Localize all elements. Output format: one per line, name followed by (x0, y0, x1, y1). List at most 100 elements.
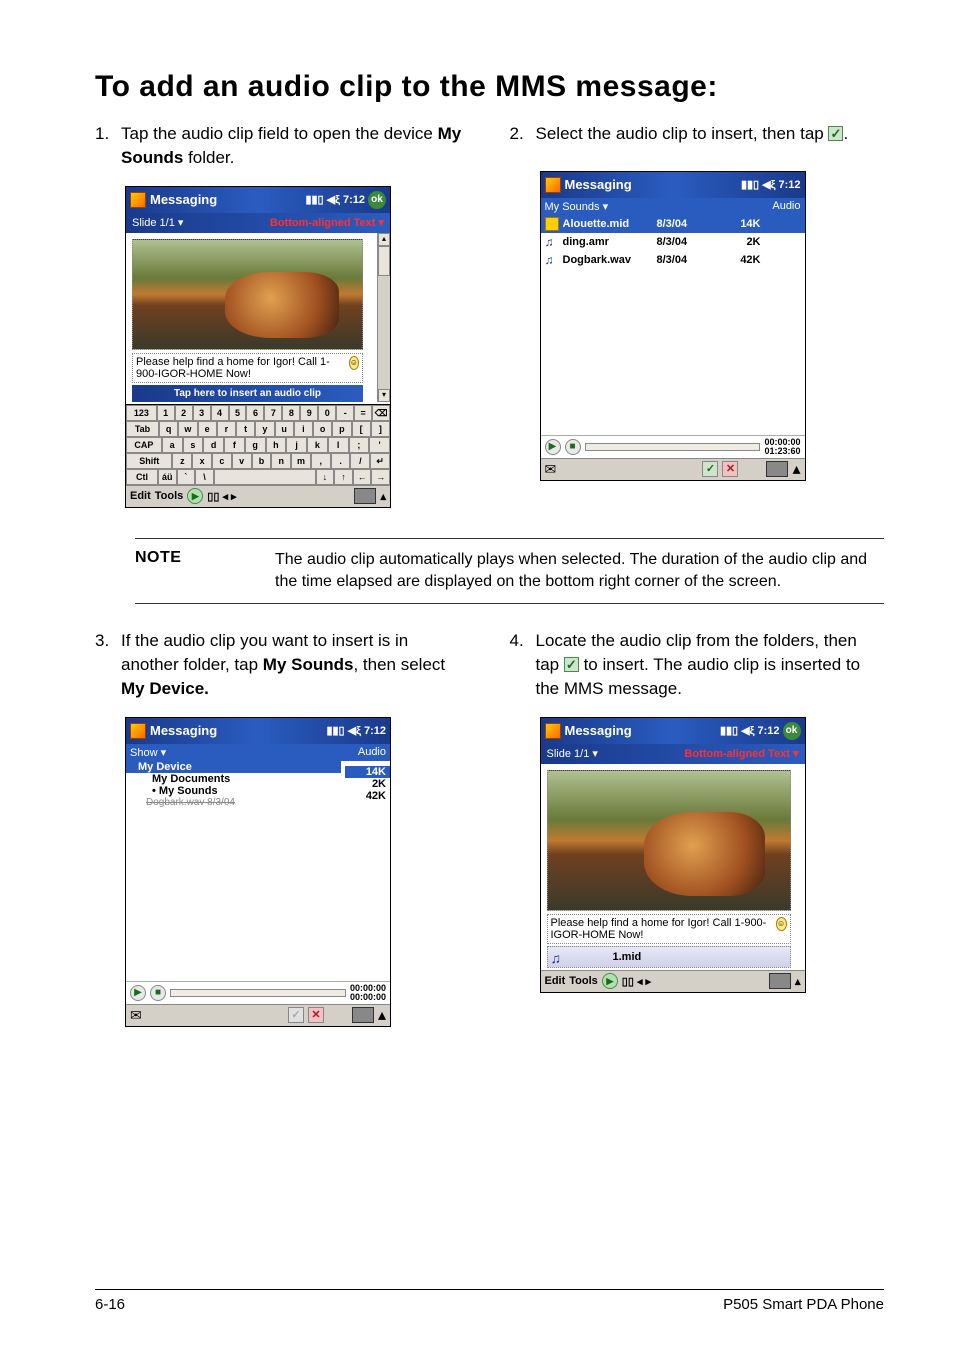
progress-bar[interactable] (585, 443, 761, 451)
scrollbar[interactable]: ▴ ▾ (377, 233, 390, 402)
key[interactable]: Tab (126, 421, 159, 437)
key[interactable]: x (192, 453, 212, 469)
key[interactable]: ↑ (334, 469, 353, 485)
key[interactable]: i (294, 421, 313, 437)
ok-button[interactable]: ok (783, 722, 801, 740)
progress-bar[interactable] (170, 989, 346, 997)
emoticon-button[interactable]: ☺ (776, 917, 787, 931)
file-row[interactable]: Dogbark.wav 8/3/04 42K (541, 251, 805, 269)
cancel-button[interactable]: ✕ (308, 1007, 324, 1023)
show-dropdown[interactable]: Show ▾ (130, 746, 166, 759)
message-text-field[interactable]: Please help find a home for Igor! Call 1… (547, 914, 791, 944)
key[interactable]: w (178, 421, 197, 437)
text-align-menu[interactable]: Bottom-aligned Text ▾ (270, 216, 384, 229)
key[interactable]: n (271, 453, 291, 469)
inserted-image[interactable] (132, 239, 363, 350)
insert-audio-field[interactable]: Tap here to insert an audio clip (132, 385, 363, 402)
ok-button[interactable]: ok (368, 191, 386, 209)
key[interactable]: ↓ (316, 469, 335, 485)
key[interactable]: h (266, 437, 287, 453)
inserted-audio-field[interactable]: 1.mid (547, 946, 791, 968)
scroll-up-icon[interactable]: ▴ (378, 233, 390, 246)
confirm-button[interactable]: ✓ (702, 461, 718, 477)
key[interactable]: ' (369, 437, 390, 453)
key[interactable]: v (232, 453, 252, 469)
edit-menu[interactable]: Edit (130, 490, 151, 502)
play-button[interactable]: ▶ (130, 985, 146, 1001)
soft-keyboard[interactable]: 1231234567890-=⌫ Tabqwertyuiop[] CAPasdf… (126, 404, 390, 485)
tree-my-documents[interactable]: My Documents (126, 773, 341, 785)
msg-icon[interactable]: ✉ (545, 461, 557, 478)
key[interactable]: ; (349, 437, 370, 453)
key[interactable]: 6 (246, 405, 264, 421)
key[interactable]: y (255, 421, 274, 437)
up-arrow-icon[interactable]: ▴ (378, 1005, 386, 1025)
edit-menu[interactable]: Edit (545, 975, 566, 987)
key[interactable]: CAP (126, 437, 162, 453)
tools-menu[interactable]: Tools (155, 490, 184, 502)
key[interactable]: 0 (318, 405, 336, 421)
key[interactable]: 8 (282, 405, 300, 421)
key[interactable]: Shift (126, 453, 172, 469)
key[interactable]: g (245, 437, 266, 453)
file-row[interactable]: ding.amr 8/3/04 2K (541, 233, 805, 251)
key[interactable]: s (183, 437, 204, 453)
slide-indicator[interactable]: Slide 1/1 ▾ (547, 747, 598, 760)
key[interactable]: 123 (126, 405, 157, 421)
key[interactable]: / (350, 453, 370, 469)
keyboard-toggle-icon[interactable] (354, 488, 376, 504)
scroll-thumb[interactable] (378, 246, 390, 276)
play-icon[interactable]: ▶ (602, 973, 618, 989)
key[interactable]: e (198, 421, 217, 437)
key[interactable]: ` (177, 469, 196, 485)
up-arrow-icon[interactable]: ▴ (380, 490, 386, 503)
play-icon[interactable]: ▶ (187, 488, 203, 504)
key[interactable]: o (313, 421, 332, 437)
key[interactable]: ] (371, 421, 390, 437)
stop-button[interactable]: ■ (565, 439, 581, 455)
key[interactable]: a (162, 437, 183, 453)
key[interactable]: = (354, 405, 372, 421)
key[interactable]: z (172, 453, 192, 469)
emoticon-button[interactable]: ☺ (349, 356, 359, 370)
up-arrow-icon[interactable]: ▴ (795, 975, 801, 988)
key[interactable]: 7 (264, 405, 282, 421)
key[interactable]: 3 (193, 405, 211, 421)
key[interactable]: b (252, 453, 272, 469)
key[interactable]: r (217, 421, 236, 437)
key[interactable]: 1 (157, 405, 175, 421)
key[interactable]: 5 (229, 405, 247, 421)
key[interactable]: ← (353, 469, 372, 485)
key[interactable]: \ (195, 469, 214, 485)
key[interactable]: k (307, 437, 328, 453)
text-align-menu[interactable]: Bottom-aligned Text ▾ (684, 747, 798, 760)
cancel-button[interactable]: ✕ (722, 461, 738, 477)
key[interactable]: áü (158, 469, 177, 485)
key[interactable]: 4 (211, 405, 229, 421)
key[interactable]: c (212, 453, 232, 469)
stop-button[interactable]: ■ (150, 985, 166, 1001)
inserted-image[interactable] (547, 770, 791, 911)
key[interactable]: t (236, 421, 255, 437)
key[interactable]: j (286, 437, 307, 453)
tree-my-sounds[interactable]: My Sounds (126, 785, 341, 797)
key[interactable]: ↵ (370, 453, 390, 469)
key[interactable]: → (371, 469, 390, 485)
slide-indicator[interactable]: Slide 1/1 ▾ (132, 216, 183, 229)
up-arrow-icon[interactable]: ▴ (792, 459, 800, 479)
key[interactable]: f (224, 437, 245, 453)
key[interactable]: 9 (300, 405, 318, 421)
message-text-field[interactable]: Please help find a home for Igor! Call 1… (132, 353, 363, 383)
key[interactable]: l (328, 437, 349, 453)
key[interactable]: m (291, 453, 311, 469)
key[interactable]: p (332, 421, 351, 437)
key[interactable]: . (331, 453, 351, 469)
key[interactable]: - (336, 405, 354, 421)
key[interactable]: d (203, 437, 224, 453)
key-space[interactable] (214, 469, 316, 485)
key[interactable]: q (159, 421, 178, 437)
msg-icon[interactable]: ✉ (130, 1007, 142, 1024)
key[interactable]: [ (352, 421, 371, 437)
key[interactable]: ⌫ (372, 405, 390, 421)
keyboard-toggle-icon[interactable] (766, 461, 788, 477)
